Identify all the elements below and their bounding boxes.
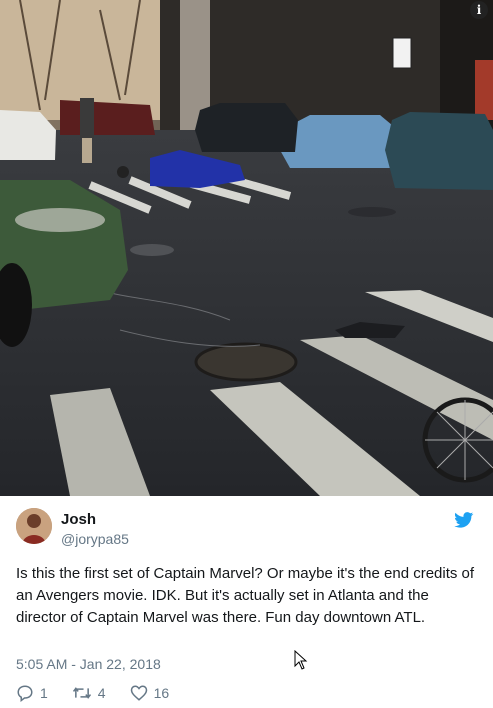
timestamp[interactable]: 5:05 AM - Jan 22, 2018	[16, 656, 161, 672]
tweet-photo[interactable]	[0, 0, 493, 496]
retweet-icon	[72, 687, 91, 699]
one-way-sign	[392, 37, 412, 69]
avatar-image	[16, 508, 52, 544]
like-count: 16	[153, 685, 170, 701]
reply-icon	[17, 685, 33, 702]
like-button[interactable]: 16	[130, 684, 170, 702]
like-icon	[130, 685, 147, 701]
tweet-text: Is this the first set of Captain Marvel?…	[16, 565, 475, 626]
retweet-button[interactable]: 4	[72, 684, 106, 702]
avatar[interactable]	[16, 508, 52, 544]
author-handle[interactable]: @jorypa85	[61, 531, 129, 547]
author-name[interactable]: Josh	[61, 511, 96, 528]
teal-car	[385, 112, 493, 190]
cursor-icon	[294, 650, 308, 670]
retweet-count: 4	[97, 685, 106, 701]
twitter-bird-icon[interactable]	[454, 512, 474, 528]
manhole-cover	[194, 342, 298, 382]
tweet-actions: 1 4 16	[16, 683, 193, 703]
reply-button[interactable]: 1	[16, 684, 48, 702]
reply-count: 1	[40, 685, 48, 701]
dark-suv	[195, 103, 298, 152]
info-icon[interactable]: i	[470, 1, 488, 19]
pedestrian	[80, 98, 94, 138]
